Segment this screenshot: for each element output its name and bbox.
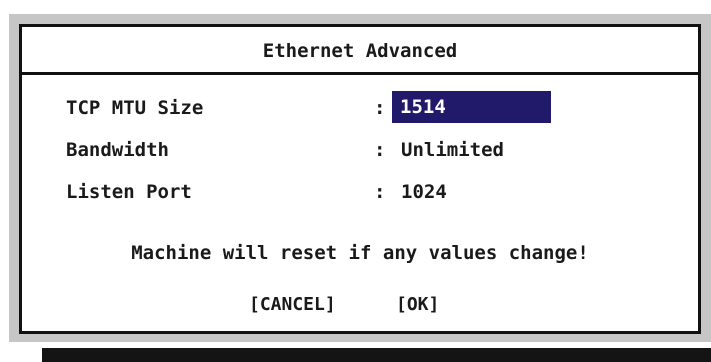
field-row-listen-port[interactable]: Listen Port : 1024 — [22, 175, 698, 209]
field-row-tcp-mtu-size[interactable]: TCP MTU Size : 1514 — [22, 91, 698, 125]
field-label-bandwidth: Bandwidth — [66, 139, 169, 161]
field-separator: : — [374, 139, 386, 161]
bottom-status-bar — [42, 348, 711, 362]
bandwidth-select[interactable]: Unlimited — [395, 133, 510, 167]
listen-port-input[interactable]: 1024 — [395, 175, 453, 209]
ethernet-advanced-dialog: Ethernet Advanced TCP MTU Size : 1514 Ba… — [19, 24, 701, 334]
tcp-mtu-size-input[interactable]: 1514 — [392, 91, 551, 123]
reset-warning-text: Machine will reset if any values change! — [131, 242, 589, 264]
cancel-button[interactable]: [CANCEL] — [249, 289, 336, 321]
field-separator: : — [374, 97, 386, 119]
field-row-bandwidth[interactable]: Bandwidth : Unlimited — [22, 133, 698, 167]
ok-button[interactable]: [OK] — [396, 289, 439, 321]
field-label-tcp-mtu-size: TCP MTU Size — [66, 97, 204, 119]
field-separator: : — [374, 181, 386, 203]
field-label-listen-port: Listen Port — [66, 181, 192, 203]
dialog-title: Ethernet Advanced — [22, 27, 698, 75]
